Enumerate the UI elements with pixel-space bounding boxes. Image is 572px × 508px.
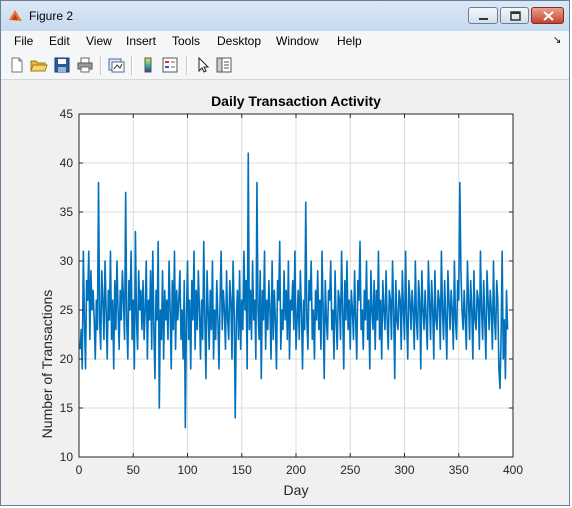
toolbar-separator: [186, 56, 188, 75]
x-tick-label: 400: [503, 463, 523, 477]
toolbar-separator: [100, 56, 102, 75]
y-tick-label: 25: [60, 303, 74, 317]
insert-legend-icon[interactable]: [161, 56, 179, 74]
toolbar: [1, 52, 569, 80]
menu-edit[interactable]: Edit: [49, 34, 70, 48]
new-figure-icon[interactable]: [8, 56, 26, 74]
property-inspector-icon[interactable]: [215, 56, 233, 74]
maximize-button[interactable]: [500, 7, 529, 24]
menu-bar: File Edit View Insert Tools Desktop Wind…: [1, 31, 569, 52]
x-tick-label: 0: [76, 463, 83, 477]
close-button[interactable]: [531, 7, 564, 24]
x-tick-label: 200: [286, 463, 306, 477]
y-tick-label: 40: [60, 156, 74, 170]
y-tick-label: 45: [60, 107, 74, 121]
edit-plot-pointer-icon[interactable]: [194, 56, 212, 74]
link-plot-icon[interactable]: [107, 56, 125, 74]
y-axis-label: Number of Transactions: [39, 290, 55, 439]
matlab-app-icon: [9, 10, 22, 21]
y-tick-label: 20: [60, 352, 74, 366]
minimize-icon: [479, 18, 488, 20]
title-bar: Figure 2: [1, 1, 569, 32]
line-chart[interactable]: Daily Transaction Activity 0 50 100 150 200 2…: [1, 80, 569, 505]
x-tick-label: 150: [232, 463, 252, 477]
chart-title: Daily Transaction Activity: [211, 93, 381, 109]
menu-desktop[interactable]: Desktop: [217, 34, 261, 48]
open-file-icon[interactable]: [30, 56, 48, 74]
figure-window: Figure 2 File Edit View Insert Tools Des…: [0, 0, 570, 506]
close-icon: [543, 11, 554, 21]
x-axis-label: Day: [284, 482, 309, 498]
maximize-icon: [510, 11, 521, 21]
menu-view[interactable]: View: [86, 34, 112, 48]
window-title: Figure 2: [29, 9, 74, 23]
y-tick-label: 35: [60, 205, 74, 219]
figure-canvas: Daily Transaction Activity 0 50 100 150 200 2…: [1, 80, 569, 505]
dock-arrow-icon[interactable]: ↘: [553, 35, 561, 46]
x-tick-label: 250: [340, 463, 360, 477]
x-tick-label: 350: [449, 463, 469, 477]
x-tick-label: 100: [177, 463, 197, 477]
y-tick-label: 15: [60, 401, 74, 415]
print-icon[interactable]: [76, 56, 94, 74]
save-icon[interactable]: [53, 56, 71, 74]
y-tick-label: 30: [60, 254, 74, 268]
menu-insert[interactable]: Insert: [126, 34, 156, 48]
x-tick-label: 300: [394, 463, 414, 477]
menu-window[interactable]: Window: [276, 34, 319, 48]
insert-colorbar-icon[interactable]: [139, 56, 157, 74]
x-tick-label: 50: [127, 463, 141, 477]
minimize-button[interactable]: [468, 7, 498, 24]
menu-tools[interactable]: Tools: [172, 34, 200, 48]
menu-file[interactable]: File: [14, 34, 33, 48]
y-tick-label: 10: [60, 450, 74, 464]
menu-help[interactable]: Help: [337, 34, 362, 48]
toolbar-separator: [131, 56, 133, 75]
